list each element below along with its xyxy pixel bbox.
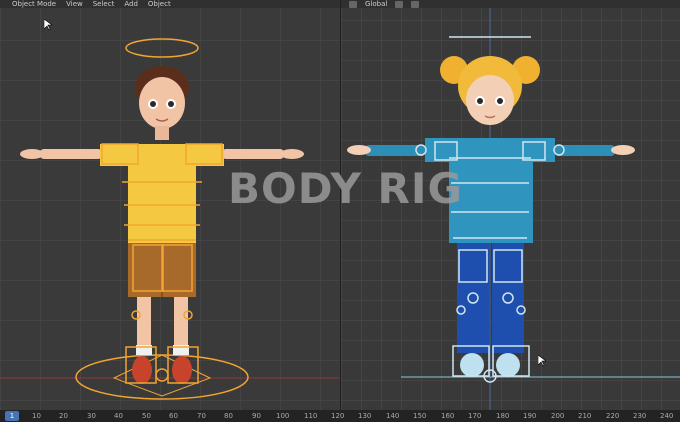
snap-icon[interactable] [395, 0, 404, 8]
timeline-tick: 120 [331, 412, 345, 420]
timeline-tick: 110 [304, 412, 318, 420]
transform-orientation-icon[interactable] [349, 0, 357, 8]
mode-selector[interactable]: Object Mode [12, 0, 56, 8]
timeline-tick: 150 [413, 412, 427, 420]
orientation-selector[interactable]: Global [365, 0, 387, 8]
timeline-tick: 30 [87, 412, 96, 420]
viewport-header-right: Global [341, 0, 680, 8]
timeline-tick: 20 [59, 412, 68, 420]
timeline-tick: 90 [252, 412, 261, 420]
timeline-tick: 160 [441, 412, 455, 420]
timeline-tick: 100 [276, 412, 290, 420]
timeline-tick: 200 [551, 412, 565, 420]
timeline-tick: 60 [169, 412, 178, 420]
current-frame-indicator[interactable]: 1 [5, 411, 19, 421]
proportional-editing-icon[interactable] [411, 0, 420, 8]
menu-select[interactable]: Select [93, 0, 115, 8]
timeline-tick: 220 [606, 412, 620, 420]
timeline-tick: 230 [633, 412, 647, 420]
mouse-cursor-icon [537, 352, 547, 371]
timeline-tick: 70 [197, 412, 206, 420]
timeline-tick: 170 [468, 412, 482, 420]
overlay-title: BODY RIG [228, 164, 464, 213]
timeline-tick: 50 [142, 412, 151, 420]
timeline-tick: 10 [32, 412, 41, 420]
timeline-tick: 80 [224, 412, 233, 420]
timeline-ruler[interactable]: 10 20 30 40 50 60 70 80 90 100 110 120 1… [0, 410, 680, 422]
menu-view[interactable]: View [66, 0, 83, 8]
viewport-header-left: Object Mode View Select Add Object [0, 0, 340, 8]
timeline-tick: 130 [358, 412, 372, 420]
timeline-tick: 210 [578, 412, 592, 420]
timeline-tick: 140 [386, 412, 400, 420]
mouse-cursor-icon [43, 16, 53, 35]
timeline-tick: 190 [523, 412, 537, 420]
timeline-tick: 180 [496, 412, 510, 420]
timeline-tick: 40 [114, 412, 123, 420]
menu-object[interactable]: Object [148, 0, 171, 8]
menu-add[interactable]: Add [124, 0, 138, 8]
timeline-tick: 240 [660, 412, 674, 420]
